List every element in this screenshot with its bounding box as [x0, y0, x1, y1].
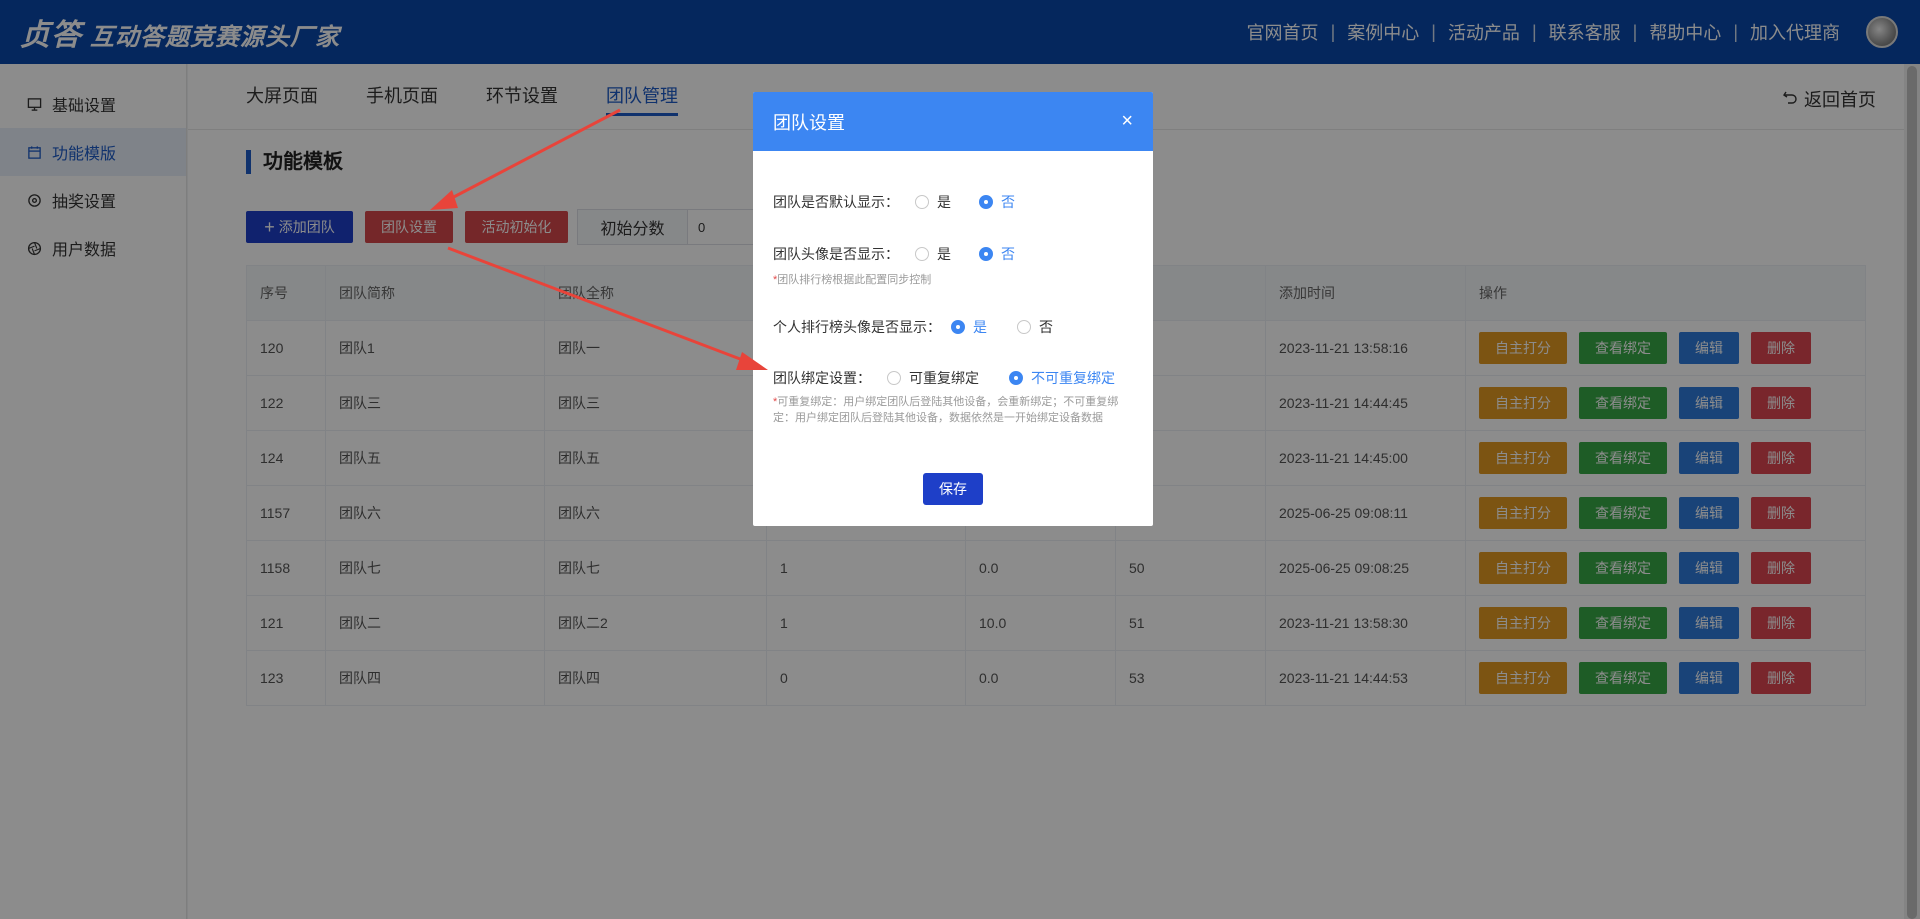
radio-yes[interactable]: 是 [915, 192, 951, 212]
radio-no[interactable]: 否 [979, 244, 1015, 264]
setting-personal-avatar-show: 个人排行榜头像是否显示： 是 否 [773, 317, 1053, 337]
setting-label: 个人排行榜头像是否显示： [773, 319, 941, 335]
radio-yes[interactable]: 是 [951, 317, 987, 337]
team-settings-modal: 团队设置 × 团队是否默认显示： 是 否 团队头像是否显示： 是 否 *团队排行… [753, 92, 1153, 526]
avatar-note: *团队排行榜根据此配置同步控制 [773, 274, 932, 286]
modal-title: 团队设置 [773, 112, 845, 133]
setting-team-binding: 团队绑定设置： 可重复绑定 不可重复绑定 [773, 368, 1115, 388]
setting-label: 团队绑定设置： [773, 370, 871, 386]
setting-label: 团队是否默认显示： [773, 194, 899, 210]
save-button[interactable]: 保存 [923, 473, 983, 505]
close-icon[interactable]: × [1121, 110, 1133, 133]
setting-label: 团队头像是否显示： [773, 246, 899, 262]
radio-yes[interactable]: 是 [915, 244, 951, 264]
radio-repeat-bind[interactable]: 可重复绑定 [887, 368, 979, 388]
setting-team-default-show: 团队是否默认显示： 是 否 [773, 192, 1015, 212]
radio-no-repeat-bind[interactable]: 不可重复绑定 [1009, 368, 1115, 388]
setting-team-avatar-show: 团队头像是否显示： 是 否 [773, 244, 1015, 264]
radio-no[interactable]: 否 [1017, 317, 1053, 337]
binding-note: *可重复绑定：用户绑定团队后登陆其他设备，会重新绑定；不可重复绑定：用户绑定团队… [773, 396, 1119, 424]
modal-header: 团队设置 × [753, 92, 1153, 151]
radio-no[interactable]: 否 [979, 192, 1015, 212]
